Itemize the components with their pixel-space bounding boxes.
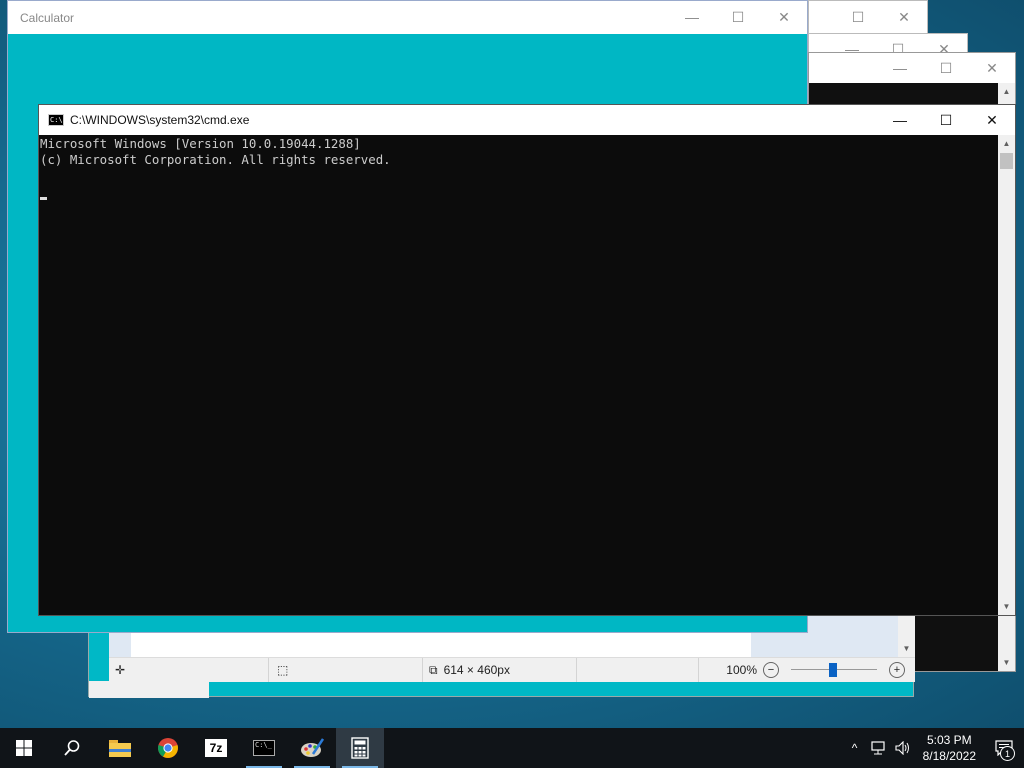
title-bar[interactable]: Calculator — ☐ ✕ <box>8 1 807 34</box>
folder-icon <box>109 740 131 757</box>
clock-time: 5:03 PM <box>926 733 972 747</box>
maximize-button[interactable]: ☐ <box>715 1 761 33</box>
minimize-button[interactable]: — <box>877 53 923 83</box>
file-explorer-button[interactable] <box>96 728 144 768</box>
calculator-icon <box>351 737 369 759</box>
zoom-slider-thumb[interactable] <box>829 663 837 677</box>
cursor-position: ✛ <box>109 658 269 682</box>
zoom-slider[interactable] <box>791 663 877 677</box>
maximize-button[interactable]: ☐ <box>923 53 969 83</box>
vertical-scrollbar[interactable]: ▲ ▼ <box>998 135 1015 615</box>
background-window-1[interactable]: ☐ ✕ <box>808 0 928 34</box>
scroll-up-icon[interactable]: ▲ <box>998 83 1015 100</box>
clock[interactable]: 5:03 PM 8/18/2022 <box>915 732 984 764</box>
system-tray: ^ 5:03 PM 8/18/2022 1 <box>843 728 1024 768</box>
close-button[interactable]: ✕ <box>761 1 807 33</box>
chrome-button[interactable] <box>144 728 192 768</box>
scroll-down-icon[interactable]: ▼ <box>998 598 1015 615</box>
scroll-up-icon[interactable]: ▲ <box>998 135 1015 152</box>
start-button[interactable] <box>0 728 48 768</box>
7zip-icon: 7z <box>205 739 227 757</box>
title-bar[interactable]: C:\ C:\WINDOWS\system32\cmd.exe — ☐ ✕ <box>39 105 1015 135</box>
paint-button[interactable] <box>288 728 336 768</box>
windows-logo-icon <box>16 740 32 756</box>
maximize-button[interactable]: ☐ <box>923 105 969 135</box>
command-prompt-button[interactable]: C:\_ <box>240 728 288 768</box>
search-icon <box>64 740 80 756</box>
console-output[interactable]: Microsoft Windows [Version 10.0.19044.12… <box>39 135 999 615</box>
console-line: Microsoft Windows [Version 10.0.19044.12… <box>40 136 361 151</box>
clock-date: 8/18/2022 <box>922 749 976 763</box>
zoom-controls: 100% − + <box>699 662 915 678</box>
action-center-button[interactable]: 1 <box>984 728 1024 768</box>
calculator-button[interactable] <box>336 728 384 768</box>
image-size-icon: ⧉ <box>429 662 438 677</box>
selection-icon: ⬚ <box>277 663 289 677</box>
console-icon: C:\ <box>48 114 64 126</box>
network-icon[interactable] <box>867 728 891 768</box>
show-hidden-icons-icon[interactable]: ^ <box>843 728 867 768</box>
close-button[interactable]: ✕ <box>969 105 1015 135</box>
selection-size: ⬚ <box>269 658 423 682</box>
scroll-down-icon[interactable]: ▼ <box>898 640 915 657</box>
minimize-button[interactable]: — <box>669 1 715 33</box>
window-title: C:\WINDOWS\system32\cmd.exe <box>70 113 250 127</box>
window-title: Calculator <box>20 10 75 25</box>
image-size-text: 614 × 460px <box>443 663 510 677</box>
zoom-level: 100% <box>726 663 757 677</box>
close-button[interactable]: ✕ <box>881 1 927 33</box>
zoom-out-icon[interactable]: − <box>763 662 779 678</box>
7zip-button[interactable]: 7z <box>192 728 240 768</box>
maximize-button[interactable]: ☐ <box>835 1 881 33</box>
text-cursor <box>40 197 47 200</box>
paint-palette-icon <box>301 738 324 757</box>
terminal-icon: C:\_ <box>253 740 275 756</box>
scroll-down-icon[interactable]: ▼ <box>998 654 1015 671</box>
console-line: (c) Microsoft Corporation. All rights re… <box>40 152 391 167</box>
scrollbar-thumb[interactable] <box>1000 153 1013 169</box>
title-bar[interactable]: — ☐ ✕ <box>809 53 1015 83</box>
chrome-icon <box>158 738 178 758</box>
move-cursor-icon: ✛ <box>115 663 126 677</box>
file-size <box>577 658 699 682</box>
paint-bottom-area <box>89 681 209 698</box>
taskbar: 7z C:\_ ^ 5:03 PM 8/18/2022 1 <box>0 728 1024 768</box>
image-size: ⧉ 614 × 460px <box>423 658 577 682</box>
search-button[interactable] <box>48 728 96 768</box>
minimize-button[interactable]: — <box>877 105 923 135</box>
volume-icon[interactable] <box>891 728 915 768</box>
notification-badge: 1 <box>1000 746 1015 761</box>
close-button[interactable]: ✕ <box>969 53 1015 83</box>
zoom-in-icon[interactable]: + <box>889 662 905 678</box>
status-bar: ✛ ⬚ ⧉ 614 × 460px 100% − + <box>109 657 915 682</box>
cmd-window[interactable]: C:\ C:\WINDOWS\system32\cmd.exe — ☐ ✕ Mi… <box>38 104 1016 616</box>
